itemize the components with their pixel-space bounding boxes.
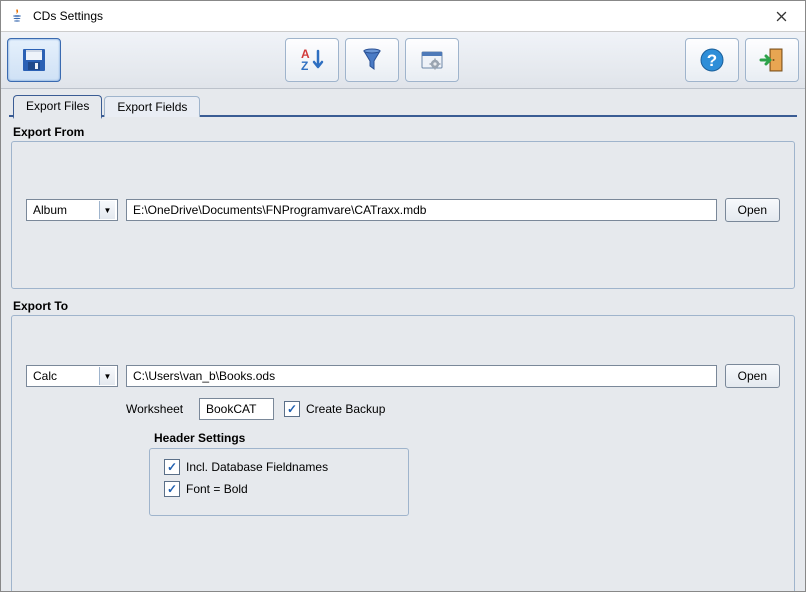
checkmark-icon: ✓ bbox=[284, 401, 300, 417]
incl-fieldnames-checkbox[interactable]: ✓ Incl. Database Fieldnames bbox=[164, 459, 394, 475]
to-type-combo[interactable]: Calc ▼ bbox=[26, 365, 118, 387]
create-backup-label: Create Backup bbox=[306, 402, 385, 416]
from-type-combo[interactable]: Album ▼ bbox=[26, 199, 118, 221]
create-backup-checkbox[interactable]: ✓ Create Backup bbox=[284, 401, 385, 417]
sort-button[interactable]: A Z bbox=[285, 38, 339, 82]
font-bold-checkbox[interactable]: ✓ Font = Bold bbox=[164, 481, 394, 497]
from-type-value: Album bbox=[33, 203, 67, 217]
export-from-group: Album ▼ Open bbox=[11, 141, 795, 289]
window: CDs Settings A Z bbox=[0, 0, 806, 592]
chevron-down-icon: ▼ bbox=[99, 201, 115, 219]
export-to-label: Export To bbox=[13, 299, 795, 313]
export-from-label: Export From bbox=[13, 125, 795, 139]
tab-export-files[interactable]: Export Files bbox=[13, 95, 102, 119]
checkmark-icon: ✓ bbox=[164, 459, 180, 475]
svg-text:Z: Z bbox=[301, 59, 308, 73]
checkmark-icon: ✓ bbox=[164, 481, 180, 497]
font-bold-label: Font = Bold bbox=[186, 482, 248, 496]
incl-fieldnames-label: Incl. Database Fieldnames bbox=[186, 460, 328, 474]
filter-button[interactable] bbox=[345, 38, 399, 82]
save-button[interactable] bbox=[7, 38, 61, 82]
worksheet-input[interactable] bbox=[199, 398, 274, 420]
titlebar: CDs Settings bbox=[1, 1, 805, 32]
toolbar: A Z bbox=[1, 32, 805, 89]
header-settings-label: Header Settings bbox=[150, 431, 249, 445]
help-button[interactable]: ? bbox=[685, 38, 739, 82]
tab-export-fields[interactable]: Export Fields bbox=[104, 96, 200, 117]
chevron-down-icon: ▼ bbox=[99, 367, 115, 385]
header-settings-group: Header Settings ✓ Incl. Database Fieldna… bbox=[149, 448, 409, 516]
from-open-button[interactable]: Open bbox=[725, 198, 780, 222]
java-icon bbox=[9, 8, 25, 24]
exit-button[interactable] bbox=[745, 38, 799, 82]
close-button[interactable] bbox=[759, 2, 803, 30]
content: Export From Album ▼ Open Export To Calc … bbox=[1, 117, 805, 591]
export-to-group: Calc ▼ Open Worksheet ✓ Create Backup He… bbox=[11, 315, 795, 591]
to-open-button[interactable]: Open bbox=[725, 364, 780, 388]
to-path-input[interactable] bbox=[126, 365, 717, 387]
worksheet-label: Worksheet bbox=[126, 402, 189, 416]
settings-button[interactable] bbox=[405, 38, 459, 82]
svg-text:?: ? bbox=[707, 51, 717, 70]
tab-row: Export Files Export Fields bbox=[1, 93, 805, 117]
from-path-input[interactable] bbox=[126, 199, 717, 221]
window-title: CDs Settings bbox=[33, 9, 759, 23]
to-type-value: Calc bbox=[33, 369, 57, 383]
